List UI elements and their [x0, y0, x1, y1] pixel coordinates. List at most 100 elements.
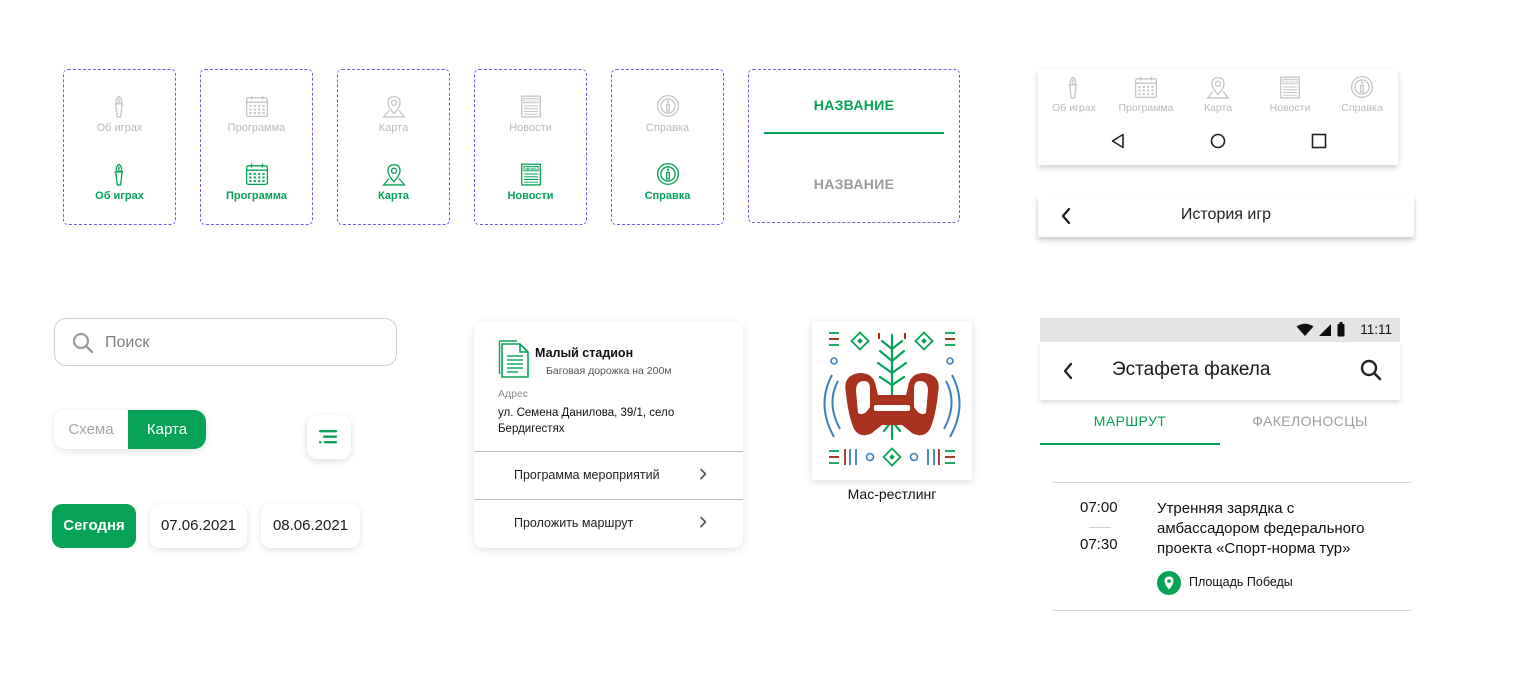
sport-card[interactable]	[812, 321, 972, 480]
divider	[1052, 610, 1411, 611]
nav-item-active[interactable]: Карта	[338, 162, 449, 202]
address-label: Адрес	[498, 388, 529, 400]
location-subtitle: Баговая дорожка на 200м	[546, 365, 672, 377]
tabs-component-variants: НАЗВАНИЕ НАЗВАНИЕ	[748, 69, 960, 223]
info-icon	[1350, 75, 1374, 99]
back-triangle-icon[interactable]	[1110, 133, 1126, 149]
event-place: Площадь Победы	[1189, 575, 1293, 589]
nav-item-variants: NEWS Новости NEWS Новости	[474, 69, 587, 225]
svg-text:NEWS: NEWS	[525, 167, 537, 171]
tab-route-indicator	[1040, 443, 1220, 445]
toggle-option-map[interactable]: Карта	[128, 410, 206, 449]
date-chip[interactable]: 07.06.2021	[150, 504, 247, 548]
sport-name: Мас-рестлинг	[847, 486, 937, 502]
nav-item-active[interactable]: Программа	[201, 162, 312, 202]
action-label: Проложить маршрут	[514, 516, 634, 530]
nav-item-label: Новости	[507, 190, 554, 202]
back-chevron-icon[interactable]	[1062, 362, 1074, 380]
time-separator	[1089, 527, 1111, 528]
chevron-right-icon	[700, 516, 707, 528]
history-header: История игр	[1038, 195, 1414, 237]
calendar-icon	[1134, 76, 1158, 99]
svg-text:NEWS: NEWS	[1284, 80, 1296, 84]
tab-route[interactable]: МАРШРУТ	[1040, 413, 1220, 429]
info-icon	[656, 94, 679, 118]
newspaper-icon: NEWS	[520, 95, 541, 118]
battery-icon	[1337, 322, 1345, 337]
search-icon	[72, 332, 94, 354]
tab-active-indicator	[764, 132, 944, 134]
date-chip[interactable]: 08.06.2021	[261, 504, 360, 548]
chevron-right-icon	[700, 468, 707, 480]
bottom-nav-label: Программа	[1118, 102, 1174, 114]
nav-item-label: Об играх	[96, 122, 143, 134]
nav-item-label: Справка	[644, 190, 691, 202]
wifi-icon	[1296, 323, 1314, 336]
page-title: Эстафета факела	[1112, 359, 1271, 380]
info-icon	[656, 162, 679, 186]
torch-icon	[1068, 76, 1078, 99]
mas-wrestling-ornament-icon	[823, 331, 961, 467]
location-pin-icon	[1157, 571, 1181, 595]
sort-list-icon	[319, 430, 337, 444]
search-input[interactable]	[105, 331, 375, 355]
bottom-nav-item[interactable]: Об играх	[1038, 75, 1110, 114]
address-value: ул. Семена Данилова, 39/1, село Бердигес…	[498, 407, 675, 435]
bottom-nav-label: Карта	[1203, 102, 1233, 114]
event-end-time: 07:30	[1080, 536, 1118, 553]
nav-item-label: Справка	[645, 122, 690, 134]
tab-active[interactable]: НАЗВАНИЕ	[764, 97, 944, 113]
torch-icon	[114, 95, 123, 118]
nav-item-label: Новости	[509, 122, 552, 134]
page-title: История игр	[1180, 206, 1272, 223]
bottom-nav-label: Новости	[1269, 102, 1311, 114]
nav-item-inactive[interactable]: Карта	[338, 94, 449, 134]
bottom-nav-label: Справка	[1341, 102, 1383, 114]
bottom-nav-item[interactable]: Программа	[1110, 75, 1182, 114]
nav-item-variants: Справка Справка	[611, 69, 724, 225]
filter-button[interactable]	[307, 415, 351, 459]
status-time: 11:11	[1360, 322, 1392, 337]
bottom-nav-item[interactable]: Карта	[1182, 75, 1254, 114]
nav-item-active[interactable]: Об играх	[64, 162, 175, 202]
nav-item-label: Карта	[377, 190, 410, 202]
bottom-nav-label: Об играх	[1052, 102, 1096, 114]
map-pin-icon	[381, 96, 406, 118]
tab-torchbearers[interactable]: ФАКЕЛОНОСЦЫ	[1220, 413, 1400, 429]
action-route[interactable]: Проложить маршрут	[474, 499, 743, 547]
map-pin-icon	[381, 164, 406, 186]
bottom-navigation: Об играх Программа Карта NEWS Новости Справка	[1038, 69, 1398, 165]
event-title[interactable]: Утренняя зарядка с амбассадором федераль…	[1157, 499, 1377, 559]
nav-item-active[interactable]: Справка	[612, 162, 723, 202]
bottom-nav-item[interactable]: NEWS Новости	[1254, 75, 1326, 114]
search-field[interactable]	[54, 318, 397, 366]
action-label: Программа мероприятий	[514, 468, 660, 482]
nav-item-label: Программа	[225, 190, 287, 202]
location-card: Малый стадион Баговая дорожка на 200м Ад…	[474, 322, 743, 548]
newspaper-icon: NEWS	[1280, 76, 1300, 99]
status-bar: 11:11	[1040, 318, 1400, 342]
action-program[interactable]: Программа мероприятий	[474, 451, 743, 499]
location-name: Малый стадион	[535, 346, 634, 360]
tab-inactive[interactable]: НАЗВАНИЕ	[764, 176, 944, 192]
toggle-option-scheme[interactable]: Схема	[54, 410, 128, 449]
bottom-nav-item[interactable]: Справка	[1326, 75, 1398, 114]
nav-item-inactive[interactable]: Справка	[612, 94, 723, 134]
nav-item-inactive[interactable]: Программа	[201, 94, 312, 134]
view-toggle: Схема Карта	[54, 410, 206, 449]
nav-item-variants: Карта Карта	[337, 69, 450, 225]
cell-signal-icon	[1319, 324, 1331, 336]
nav-item-inactive[interactable]: Об играх	[64, 94, 175, 134]
date-chip-today[interactable]: Сегодня	[52, 504, 136, 548]
nav-item-variants: Программа Программа	[200, 69, 313, 225]
torch-icon	[114, 163, 123, 186]
phone-header: Эстафета факела	[1040, 342, 1400, 400]
nav-item-active[interactable]: NEWS Новости	[475, 162, 586, 202]
home-circle-icon[interactable]	[1210, 133, 1226, 149]
nav-item-inactive[interactable]: NEWS Новости	[475, 94, 586, 134]
recents-square-icon[interactable]	[1311, 133, 1327, 149]
nav-item-label: Карта	[378, 122, 409, 134]
divider	[1052, 482, 1411, 483]
search-icon[interactable]	[1360, 359, 1382, 381]
calendar-icon	[245, 95, 268, 118]
